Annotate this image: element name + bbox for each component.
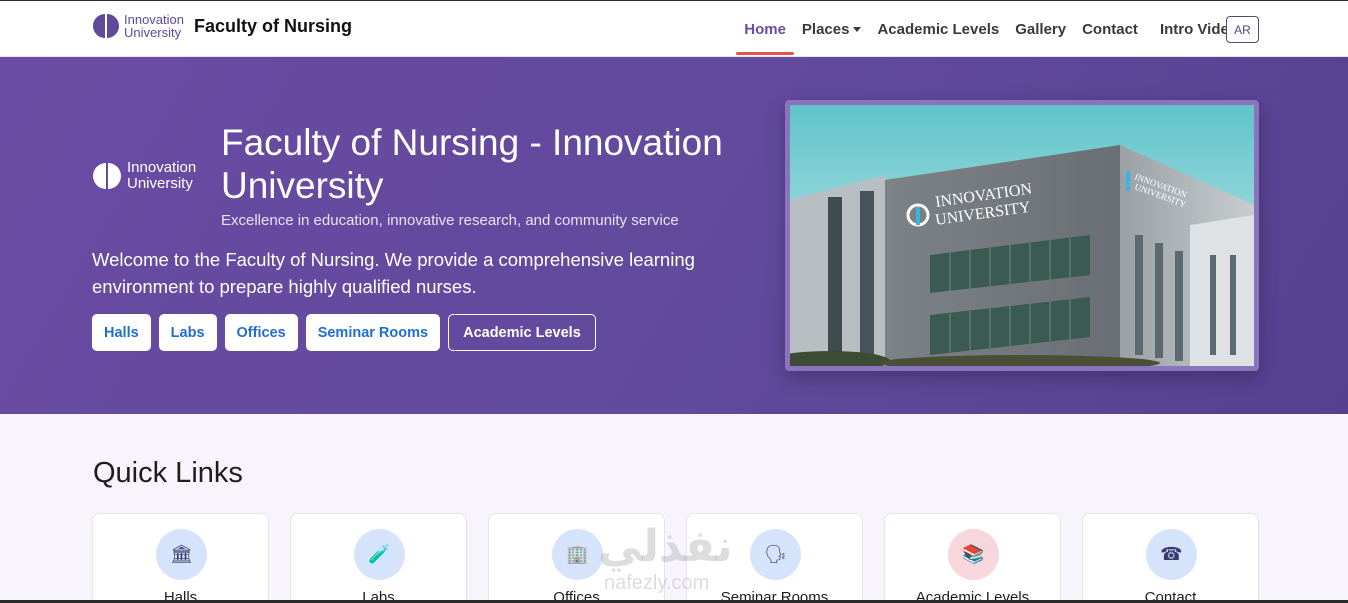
quick-links-cards: 🏛 Halls 🧪 Labs 🏢 Offices 🗣 Seminar Rooms… — [92, 513, 1259, 603]
quick-link-card-seminar-rooms[interactable]: 🗣 Seminar Rooms — [686, 513, 863, 603]
books-icon: 📚 — [948, 529, 999, 580]
hero-buttons: Halls Labs Offices Seminar Rooms Academi… — [92, 314, 596, 351]
nav-academic-levels[interactable]: Academic Levels — [869, 1, 1007, 57]
telephone-icon: ☎ — [1146, 529, 1197, 580]
hero-title: Faculty of Nursing - Innovation Universi… — [221, 122, 723, 206]
seminar-rooms-button[interactable]: Seminar Rooms — [305, 314, 441, 351]
speaking-head-icon: 🗣 — [750, 529, 801, 580]
nav-places-label: Places — [801, 20, 850, 38]
quick-links-title: Quick Links — [93, 457, 243, 489]
brand-line-2: University — [124, 25, 182, 40]
hero-logo-text: Innovation University — [127, 160, 196, 192]
hero-section: Innovation University Faculty of Nursing… — [0, 57, 1348, 414]
offices-button[interactable]: Offices — [224, 314, 298, 351]
nav-gallery-label: Gallery — [1015, 20, 1067, 38]
nav-home-label: Home — [744, 20, 786, 38]
hero-logo: Innovation University — [93, 160, 196, 192]
hero-description: Welcome to the Faculty of Nursing. We pr… — [92, 249, 695, 297]
labs-button[interactable]: Labs — [158, 314, 217, 351]
university-logo-icon — [93, 14, 119, 38]
language-toggle-button[interactable]: AR — [1226, 16, 1259, 43]
chevron-down-icon — [853, 26, 862, 32]
hero-logo-line-1: Innovation — [127, 159, 197, 176]
nav-contact-label: Contact — [1082, 20, 1138, 38]
hero-logo-line-2: University — [127, 175, 193, 192]
brand-text: Innovation University — [124, 13, 184, 39]
quick-link-card-academic-levels[interactable]: 📚 Academic Levels — [884, 513, 1061, 603]
halls-button[interactable]: Halls — [92, 314, 151, 351]
nav-contact[interactable]: Contact — [1074, 1, 1146, 57]
hero-building-image: INNOVATION UNIVERSITY INNOVATION UNIVERS… — [785, 100, 1259, 371]
quick-link-card-offices[interactable]: 🏢 Offices — [488, 513, 665, 603]
quick-link-card-contact[interactable]: ☎ Contact — [1082, 513, 1259, 603]
quick-link-card-halls[interactable]: 🏛 Halls — [92, 513, 269, 603]
hero-subtitle: Excellence in education, innovative rese… — [221, 212, 679, 229]
university-building-image: INNOVATION UNIVERSITY INNOVATION UNIVERS… — [790, 105, 1254, 366]
office-building-icon: 🏢 — [552, 529, 603, 580]
brand[interactable]: Innovation University Faculty of Nursing — [93, 13, 352, 39]
university-logo-icon — [93, 163, 121, 189]
nav-home[interactable]: Home — [736, 1, 794, 57]
navbar: Innovation University Faculty of Nursing… — [0, 0, 1348, 57]
building-columns-icon: 🏛 — [156, 529, 207, 580]
nav-places-dropdown[interactable]: Places — [794, 1, 870, 57]
brand-title: Faculty of Nursing — [194, 15, 353, 36]
main-nav: Home Places Academic Levels Gallery Cont… — [736, 1, 1258, 57]
nav-gallery[interactable]: Gallery — [1007, 1, 1074, 57]
nav-academic-levels-label: Academic Levels — [877, 20, 1000, 38]
quick-link-card-labs[interactable]: 🧪 Labs — [290, 513, 467, 603]
test-tube-icon: 🧪 — [354, 529, 405, 580]
academic-levels-button[interactable]: Academic Levels — [448, 314, 596, 351]
